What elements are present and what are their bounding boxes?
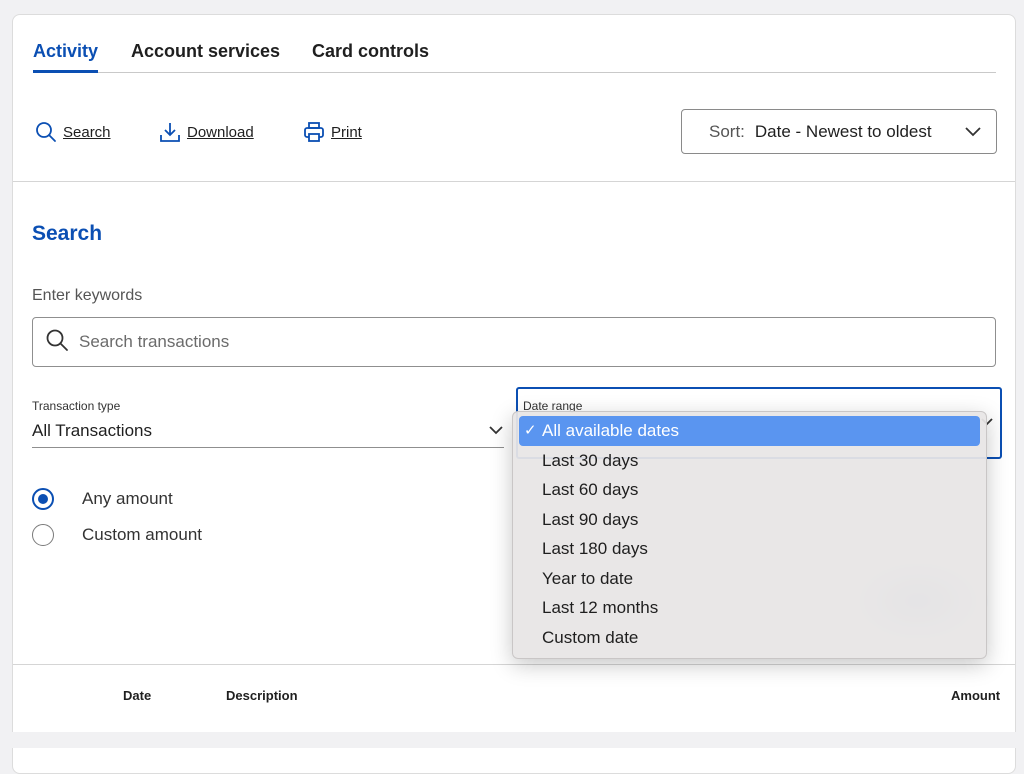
search-icon xyxy=(45,328,69,357)
menu-item-label: Year to date xyxy=(542,568,634,588)
menu-item-label: Last 60 days xyxy=(542,480,639,499)
menu-item-all-available-dates[interactable]: ✓ All available dates xyxy=(519,416,980,446)
menu-item-label: Last 90 days xyxy=(542,509,639,529)
menu-item-label: All available dates xyxy=(542,421,680,440)
keywords-label: Enter keywords xyxy=(32,287,143,304)
search-transactions-input[interactable] xyxy=(79,332,959,352)
chevron-down-icon xyxy=(488,423,504,441)
account-activity-card: Activity Account services Card controls … xyxy=(12,14,1016,774)
custom-amount-label: Custom amount xyxy=(82,525,202,544)
search-link[interactable]: Search xyxy=(35,121,111,143)
tab-activity[interactable]: Activity xyxy=(33,41,99,73)
print-link-label: Print xyxy=(331,123,362,141)
search-transactions-field[interactable] xyxy=(32,317,996,367)
search-icon xyxy=(35,121,57,143)
menu-item-last-30-days[interactable]: Last 30 days xyxy=(519,446,980,476)
menu-item-label: Custom date xyxy=(542,627,639,647)
date-range-dropdown-menu: ✓ All available dates Last 30 days Last … xyxy=(512,411,987,659)
transaction-type-value: All Transactions xyxy=(32,421,152,440)
download-link[interactable]: Download xyxy=(159,121,254,143)
any-amount-label: Any amount xyxy=(82,489,173,508)
menu-item-last-12-months[interactable]: Last 12 months xyxy=(519,593,980,623)
sort-label: Sort: xyxy=(709,121,745,141)
menu-item-last-180-days[interactable]: Last 180 days xyxy=(519,534,980,564)
table-body-strip xyxy=(12,732,1016,748)
menu-item-custom-date[interactable]: Custom date xyxy=(519,623,980,653)
print-link[interactable]: Print xyxy=(303,121,362,143)
column-header-amount[interactable]: Amount xyxy=(951,688,1000,703)
transaction-type-label: Transaction type xyxy=(32,399,121,413)
search-link-label: Search xyxy=(63,123,111,141)
radio-button-selected[interactable] xyxy=(32,488,54,510)
menu-item-label: Last 12 months xyxy=(542,598,659,617)
menu-item-label: Last 30 days xyxy=(542,450,639,470)
transaction-type-select[interactable]: All Transactions xyxy=(32,418,504,448)
menu-item-last-90-days[interactable]: Last 90 days xyxy=(519,505,980,535)
sort-select[interactable]: Sort: Date - Newest to oldest xyxy=(681,109,997,154)
checkmark-icon: ✓ xyxy=(524,422,537,439)
radio-button[interactable] xyxy=(32,524,54,546)
sort-value: Date - Newest to oldest xyxy=(754,121,932,141)
chevron-down-icon xyxy=(964,124,982,143)
any-amount-radio[interactable]: Any amount xyxy=(32,488,173,510)
tab-card-controls[interactable]: Card controls xyxy=(312,41,429,62)
printer-icon xyxy=(303,121,325,143)
column-header-description[interactable]: Description xyxy=(226,688,298,703)
download-icon xyxy=(159,121,181,143)
menu-item-year-to-date[interactable]: Year to date xyxy=(519,564,980,594)
column-header-date[interactable]: Date xyxy=(123,688,151,703)
tab-account-services[interactable]: Account services xyxy=(131,41,280,62)
download-link-label: Download xyxy=(187,123,254,141)
tab-bar: Activity Account services Card controls xyxy=(33,41,996,73)
menu-item-last-60-days[interactable]: Last 60 days xyxy=(519,475,980,505)
search-panel-title: Search xyxy=(32,222,103,245)
custom-amount-radio[interactable]: Custom amount xyxy=(32,524,202,546)
menu-item-label: Last 180 days xyxy=(542,539,648,558)
